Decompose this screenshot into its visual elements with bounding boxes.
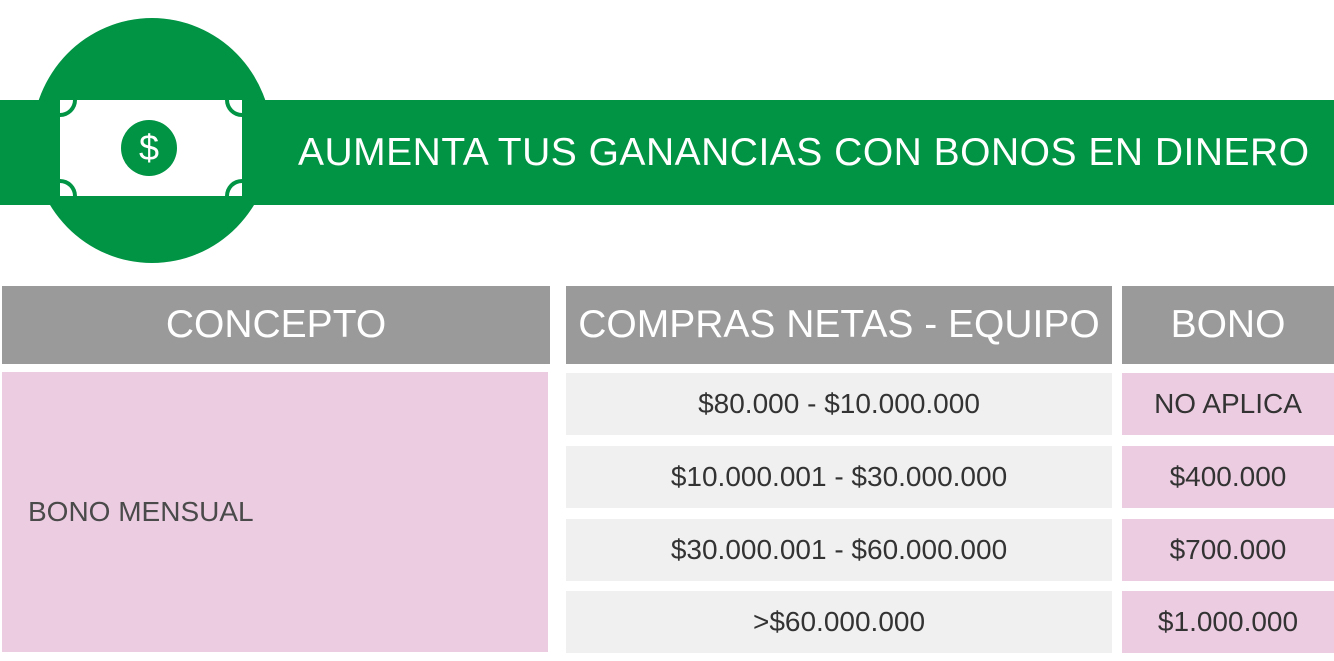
- bono-cell: $400.000: [1122, 446, 1334, 508]
- bill-corner-notch: [225, 100, 242, 117]
- range-cell: $30.000.001 - $60.000.000: [566, 519, 1112, 581]
- range-cell: >$60.000.000: [566, 591, 1112, 653]
- dollar-sign-icon: $: [121, 120, 177, 176]
- range-cell: $80.000 - $10.000.000: [566, 373, 1112, 435]
- column-header-compras: COMPRAS NETAS - EQUIPO: [566, 286, 1112, 364]
- page-title: AUMENTA TUS GANANCIAS CON BONOS EN DINER…: [298, 130, 1310, 174]
- concept-label: BONO MENSUAL: [28, 496, 254, 527]
- bono-cell: $1.000.000: [1122, 591, 1334, 653]
- bill-corner-notch: [60, 100, 77, 117]
- column-header-concepto: CONCEPTO: [2, 286, 550, 364]
- range-cell: $10.000.001 - $30.000.000: [566, 446, 1112, 508]
- bono-cell: $700.000: [1122, 519, 1334, 581]
- column-header-bono: BONO: [1122, 286, 1334, 364]
- bill-corner-notch: [225, 179, 242, 196]
- concept-cell: BONO MENSUAL: [2, 372, 548, 652]
- bono-cell: NO APLICA: [1122, 373, 1334, 435]
- money-bill-icon: $: [60, 100, 242, 196]
- bill-corner-notch: [60, 179, 77, 196]
